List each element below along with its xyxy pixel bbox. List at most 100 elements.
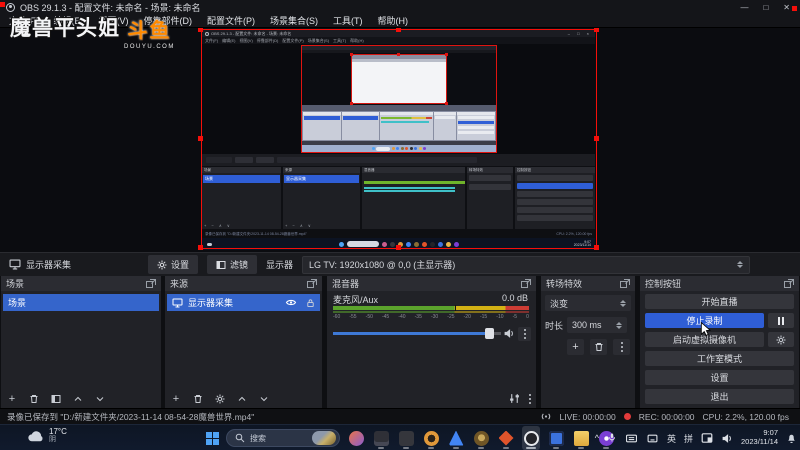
selection-handle[interactable] [198, 245, 203, 250]
gear-icon [776, 335, 786, 344]
ime-language-indicator[interactable]: 英 [667, 432, 676, 445]
obs-logo-icon [6, 2, 15, 12]
taskbar-app-icon[interactable] [447, 426, 465, 450]
add-source-button[interactable]: + [169, 392, 183, 405]
search-input[interactable]: 搜索 [226, 429, 340, 447]
filters-icon [216, 260, 226, 269]
ime-mode-indicator[interactable]: 拼 [684, 432, 693, 445]
file-explorer-icon[interactable] [572, 426, 590, 450]
minimize-button[interactable]: — [740, 3, 748, 12]
remove-transition-button[interactable] [590, 339, 607, 355]
obs-taskbar-icon[interactable] [522, 426, 540, 450]
close-button[interactable]: ✕ [783, 3, 790, 12]
taskbar-clock[interactable]: 9:07 2023/11/14 [741, 429, 778, 446]
volume-meter [333, 305, 529, 311]
speaker-icon[interactable] [721, 433, 733, 444]
popout-icon[interactable] [521, 279, 531, 288]
selection-handle[interactable] [594, 28, 599, 32]
settings-button[interactable]: 设置 [645, 370, 794, 385]
menu-edit[interactable]: 编辑(E) [54, 14, 84, 27]
mixer-options-button[interactable] [528, 393, 532, 405]
taskbar-app-icon[interactable] [347, 426, 365, 450]
studio-mode-button[interactable]: 工作室模式 [645, 351, 794, 366]
transition-select[interactable]: 淡变 [545, 295, 631, 311]
screen-capture-handle [792, 6, 797, 11]
taskbar-app-icon[interactable] [547, 426, 565, 450]
channel-options-button[interactable] [518, 327, 531, 341]
selection-handle[interactable] [396, 28, 401, 32]
menu-help[interactable]: 帮助(H) [378, 14, 409, 27]
source-up-button[interactable] [235, 392, 249, 405]
speaker-icon[interactable] [503, 328, 515, 339]
exit-button[interactable]: 退出 [645, 389, 794, 404]
selection-handle[interactable] [198, 136, 203, 141]
cpu-stats: CPU: 2.2%, 120.00 fps [702, 411, 789, 422]
transition-options-button[interactable] [613, 339, 630, 355]
weather-widget[interactable]: 17°C 阴 [26, 427, 67, 444]
pause-recording-button[interactable] [768, 313, 794, 328]
mixer-config-button[interactable] [509, 393, 520, 405]
weather-condition: 阴 [49, 436, 56, 444]
trash-icon [595, 343, 602, 351]
remove-scene-button[interactable] [27, 392, 41, 405]
popout-icon[interactable] [146, 279, 156, 288]
duration-spinbox[interactable]: 300 ms [567, 317, 628, 333]
maximize-button[interactable]: □ [763, 3, 768, 12]
menu-docks[interactable]: 停靠部件(D) [144, 14, 193, 27]
obs-main-window: OBS 29.1.3 - 配置文件: 未命名 - 场景: 未命名 — □ ✕ 文… [0, 0, 800, 450]
visibility-eye-icon[interactable] [285, 298, 297, 307]
menu-tools[interactable]: 工具(T) [333, 14, 363, 27]
notification-screen-icon[interactable] [701, 432, 713, 444]
popout-icon[interactable] [620, 279, 630, 288]
tray-expand-chevron[interactable]: ^ [595, 433, 599, 443]
display-select[interactable]: LG TV: 1920x1080 @ 0,0 (主显示器) [302, 255, 751, 274]
source-item[interactable]: 显示器采集 [167, 294, 320, 311]
scene-item[interactable]: 场景 [3, 294, 159, 311]
selection-handle[interactable] [198, 28, 203, 32]
virtual-camera-settings-button[interactable] [768, 332, 794, 347]
dots-vertical-icon [523, 329, 526, 339]
menu-view[interactable]: 视图(V) [99, 14, 129, 27]
keyboard-icon[interactable] [625, 433, 638, 444]
selection-handle[interactable] [594, 136, 599, 141]
selection-handle[interactable] [396, 245, 401, 250]
source-selection-rect[interactable] [201, 29, 597, 249]
rec-time: REC: 00:00:00 [638, 411, 695, 422]
volume-slider-handle[interactable] [485, 328, 494, 339]
source-settings-button[interactable]: 设置 [148, 255, 199, 274]
taskbar-app-icon[interactable] [497, 426, 515, 450]
taskbar-app-icon[interactable] [472, 426, 490, 450]
selection-handle[interactable] [594, 245, 599, 250]
menu-scene-collection[interactable]: 场景集合(S) [270, 14, 318, 27]
volume-slider[interactable] [333, 332, 501, 335]
menu-profile[interactable]: 配置文件(P) [207, 14, 255, 27]
taskbar-app-icon[interactable] [397, 426, 415, 450]
scene-up-button[interactable] [71, 392, 85, 405]
chevron-down-icon [260, 396, 268, 401]
scene-down-button[interactable] [93, 392, 107, 405]
touchpad-icon[interactable] [646, 433, 659, 444]
menu-file[interactable]: 文件(F) [9, 14, 39, 27]
scene-filters-button[interactable] [49, 392, 63, 405]
source-properties-button[interactable] [213, 392, 227, 405]
taskbar-app-icon[interactable] [422, 426, 440, 450]
mixer-title: 混音器 [332, 279, 360, 289]
mixer-channel-name: 麦克风/Aux [333, 295, 379, 305]
popout-icon[interactable] [784, 279, 794, 288]
start-button[interactable] [206, 431, 219, 445]
preview-canvas[interactable]: OBS 29.1.3 - 配置文件: 未命名 - 场景: 未命名 – □ × 文… [0, 28, 800, 252]
popout-icon[interactable] [307, 279, 317, 288]
start-streaming-button[interactable]: 开始直播 [645, 294, 794, 309]
microphone-icon[interactable] [607, 432, 617, 444]
remove-source-button[interactable] [191, 392, 205, 405]
bell-icon[interactable] [786, 432, 797, 444]
add-scene-button[interactable]: + [5, 392, 19, 405]
title-bar: OBS 29.1.3 - 配置文件: 未命名 - 场景: 未命名 — □ ✕ [0, 0, 800, 14]
source-filters-button[interactable]: 滤镜 [207, 255, 258, 274]
lock-icon[interactable] [306, 298, 315, 308]
source-down-button[interactable] [257, 392, 271, 405]
add-transition-button[interactable]: + [567, 339, 584, 355]
taskbar-app-icon[interactable] [372, 426, 390, 450]
selected-source-label: 显示器采集 [26, 260, 72, 270]
clock-date: 2023/11/14 [741, 437, 778, 446]
